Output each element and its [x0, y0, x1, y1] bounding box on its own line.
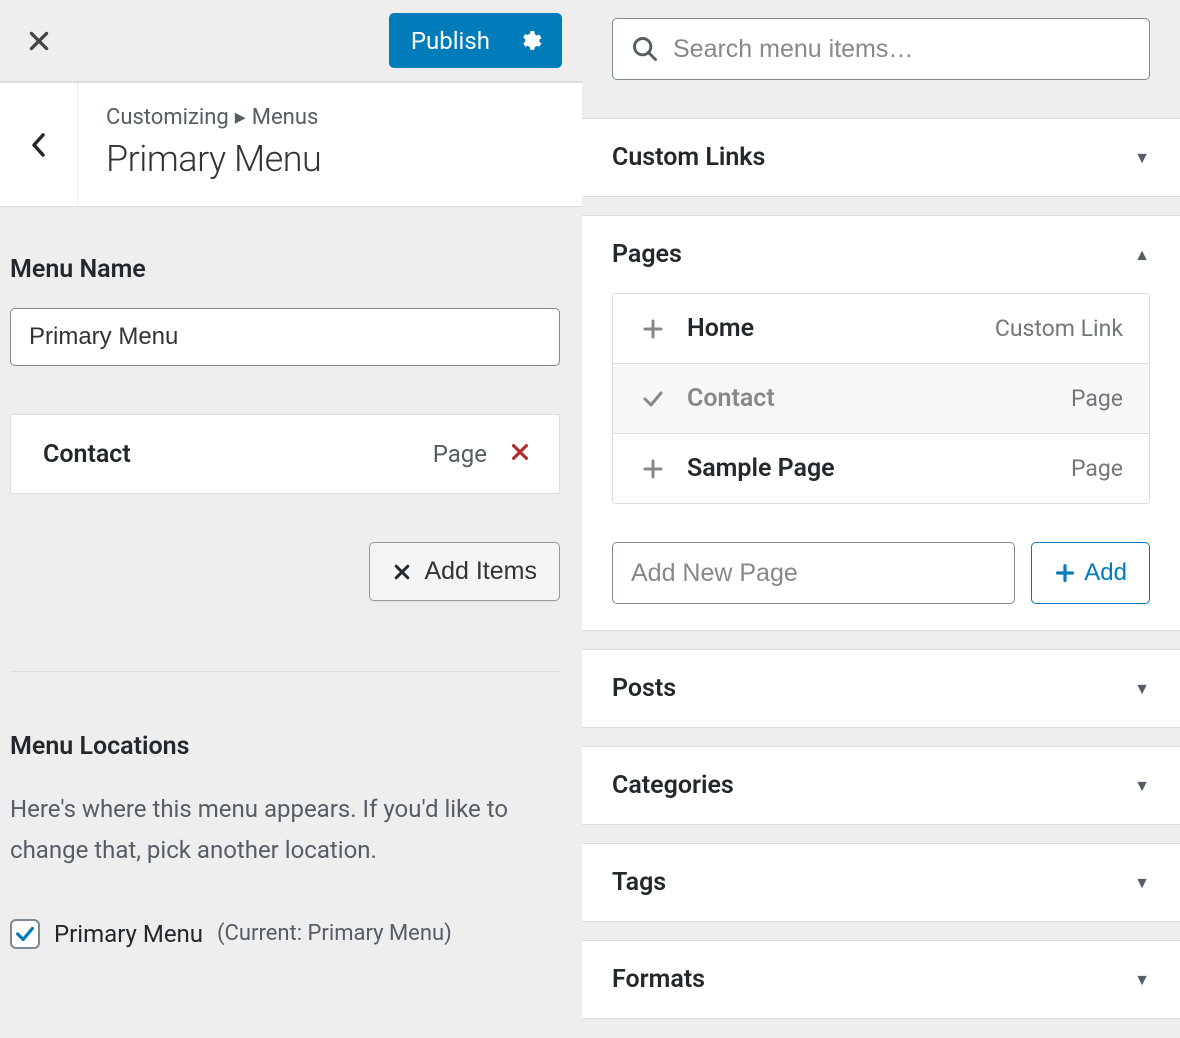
add-new-page-input[interactable] — [612, 542, 1015, 604]
chevron-down-icon: ▼ — [1134, 873, 1150, 893]
accordion-posts[interactable]: Posts ▼ — [582, 649, 1180, 728]
gear-icon — [518, 29, 542, 53]
chevron-down-icon: ▼ — [1134, 148, 1150, 168]
page-title: Primary Menu — [106, 138, 321, 180]
location-checkbox[interactable] — [10, 919, 40, 949]
accordion-categories[interactable]: Categories ▼ — [582, 746, 1180, 825]
chevron-left-icon — [29, 131, 49, 159]
close-button[interactable] — [0, 0, 78, 82]
check-icon — [14, 923, 36, 945]
publish-group: Publish — [389, 13, 562, 68]
close-icon — [392, 562, 412, 582]
top-bar: Publish — [0, 0, 582, 82]
add-items-button[interactable]: Add Items — [369, 542, 560, 601]
plus-icon — [1054, 562, 1076, 584]
page-item-contact[interactable]: Contact Page — [613, 363, 1149, 433]
location-label: Primary Menu — [54, 920, 203, 948]
accordion-custom-links[interactable]: Custom Links ▼ — [582, 118, 1180, 197]
menu-locations-description: Here's where this menu appears. If you'd… — [10, 789, 560, 871]
plus-icon — [641, 457, 665, 481]
location-option: Primary Menu (Current: Primary Menu) — [10, 919, 560, 949]
close-icon — [26, 28, 52, 54]
search-box[interactable] — [612, 18, 1150, 80]
divider — [10, 671, 560, 672]
chevron-down-icon: ▼ — [1134, 679, 1150, 699]
menu-item-title: Contact — [43, 440, 433, 469]
location-sublabel: (Current: Primary Menu) — [217, 921, 452, 946]
check-icon — [641, 387, 665, 411]
menu-item-remove-button[interactable] — [509, 441, 531, 467]
chevron-down-icon: ▼ — [1134, 776, 1150, 796]
menu-name-input[interactable] — [10, 308, 560, 366]
back-button[interactable] — [0, 83, 78, 206]
chevron-down-icon: ▼ — [1134, 970, 1150, 990]
search-input[interactable] — [673, 35, 1131, 64]
search-icon — [631, 35, 659, 63]
accordion-tags[interactable]: Tags ▼ — [582, 843, 1180, 922]
menu-item-type: Page — [433, 440, 487, 468]
accordion-pages[interactable]: Pages ▲ Home Custom Link Contact Page Sa… — [582, 215, 1180, 631]
plus-icon — [641, 317, 665, 341]
publish-settings-button[interactable] — [512, 29, 562, 53]
page-item-home[interactable]: Home Custom Link — [613, 294, 1149, 363]
breadcrumb-header: Customizing▸Menus Primary Menu — [0, 82, 582, 207]
chevron-up-icon: ▲ — [1134, 245, 1150, 265]
accordion-formats[interactable]: Formats ▼ — [582, 940, 1180, 1019]
menu-item-row[interactable]: Contact Page — [10, 414, 560, 494]
menu-name-label: Menu Name — [10, 255, 560, 284]
publish-button[interactable]: Publish — [389, 27, 512, 55]
add-page-button[interactable]: Add — [1031, 542, 1150, 604]
menu-locations-heading: Menu Locations — [10, 732, 560, 761]
page-item-sample-page[interactable]: Sample Page Page — [613, 433, 1149, 503]
remove-icon — [509, 441, 531, 463]
breadcrumb: Customizing▸Menus — [106, 105, 321, 130]
